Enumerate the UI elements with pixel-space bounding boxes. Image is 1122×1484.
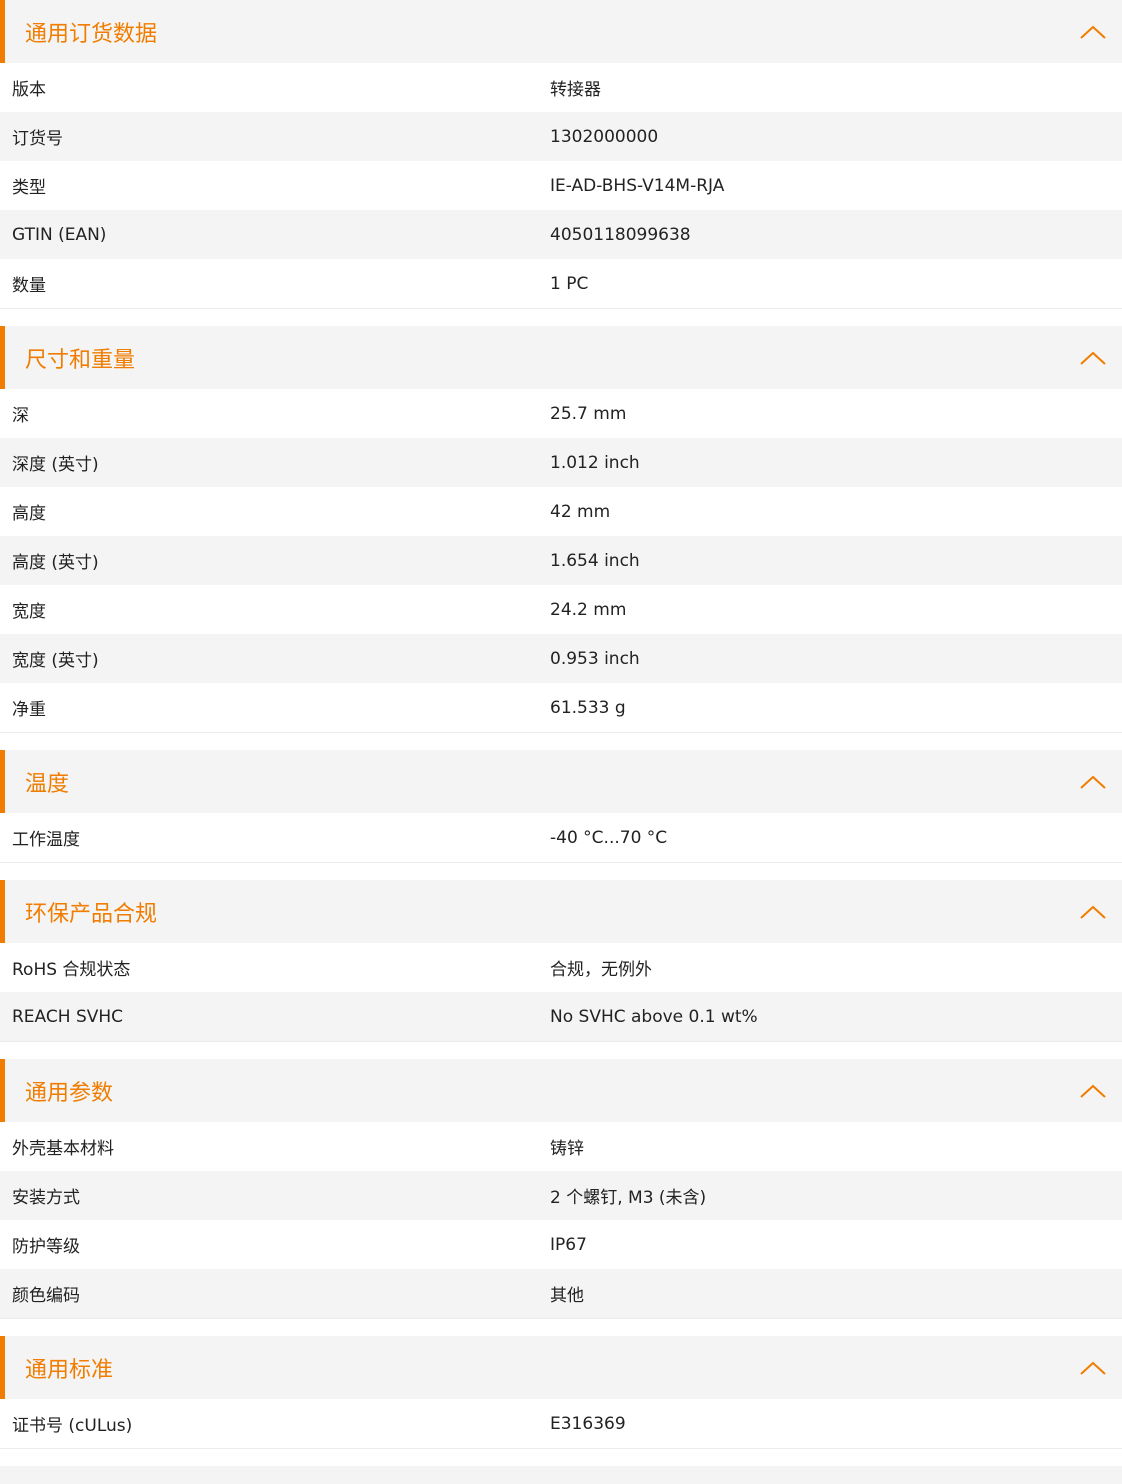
spec-row: 类型 IE-AD-BHS-V14M-RJA — [0, 161, 1122, 210]
spec-section: 通用标准证书号 (cULus) E316369 — [0, 1336, 1122, 1449]
spec-row: 版本 转接器 — [0, 63, 1122, 112]
spec-value: 61.533 g — [550, 697, 626, 718]
spec-value: 2 个螺钉, M3 (未含) — [550, 1188, 707, 1208]
spec-table: 工作温度 -40 °C...70 °C — [0, 813, 1122, 863]
section-header-toggle[interactable]: 通用标准 — [0, 1336, 1122, 1399]
spec-row: 外壳基本材料 铸锌 — [0, 1122, 1122, 1171]
chevron-up-icon[interactable] — [1078, 902, 1108, 922]
chevron-up-icon[interactable] — [1078, 1358, 1108, 1378]
spec-row: 净重 61.533 g — [0, 683, 1122, 732]
section-header-toggle[interactable]: 通用订货数据 — [0, 0, 1122, 63]
spec-value: 其他 — [550, 1286, 584, 1306]
spec-value: IP67 — [550, 1234, 587, 1255]
chevron-up-icon[interactable] — [1078, 348, 1108, 368]
spec-row: 高度 42 mm — [0, 487, 1122, 536]
spec-section: 尺寸和重量深 25.7 mm 深度 (英寸) 1.012 inch 高度 42 mm 高度 … — [0, 326, 1122, 733]
section-title: 尺寸和重量 — [25, 347, 136, 373]
spec-row: 安装方式 2 个螺钉, M3 (未含) — [0, 1171, 1122, 1220]
spec-section: 通用参数外壳基本材料 铸锌安装方式 2 个螺钉, M3 (未含) 防护等级 IP67 颜色… — [0, 1059, 1122, 1319]
spec-row: 订货号 1302000000 — [0, 112, 1122, 161]
chevron-up-icon[interactable] — [1078, 1081, 1108, 1101]
spec-label: 宽度 (英寸) — [12, 651, 99, 671]
spec-label: 证书号 (cULus) — [12, 1416, 133, 1436]
spec-label: 颜色编码 — [12, 1286, 80, 1306]
section-title: 环保产品合规 — [25, 901, 158, 927]
spec-value: -40 °C...70 °C — [550, 827, 668, 848]
section-header-toggle[interactable]: 温度 — [0, 750, 1122, 813]
spec-table: 外壳基本材料 铸锌安装方式 2 个螺钉, M3 (未含) 防护等级 IP67 颜色编码 其他 — [0, 1122, 1122, 1319]
spec-value: 24.2 mm — [550, 599, 627, 620]
spec-section: 通用订货数据版本 转接器订货号 1302000000 类型 IE-AD-BHS-V14M… — [0, 0, 1122, 309]
spec-row: 防护等级 IP67 — [0, 1220, 1122, 1269]
section-header-toggle[interactable]: 通用参数 — [0, 1059, 1122, 1122]
spec-label: 工作温度 — [12, 830, 80, 850]
spec-row: 宽度 (英寸) 0.953 inch — [0, 634, 1122, 683]
spec-label: GTIN (EAN) — [12, 224, 107, 245]
section-title: 通用参数 — [25, 1080, 114, 1106]
spec-table: 证书号 (cULus) E316369 — [0, 1399, 1122, 1449]
spec-value: 1.012 inch — [550, 452, 640, 473]
section-title: 温度 — [25, 771, 70, 797]
section-header-toggle[interactable]: 环保产品合规 — [0, 880, 1122, 943]
spec-label: 防护等级 — [12, 1237, 80, 1257]
spec-value: 0.953 inch — [550, 648, 640, 669]
chevron-up-icon[interactable] — [1078, 22, 1108, 42]
spec-value: 42 mm — [550, 501, 611, 522]
spec-row: GTIN (EAN) 4050118099638 — [0, 210, 1122, 259]
spec-row: 颜色编码 其他 — [0, 1269, 1122, 1318]
spec-label: 类型 — [12, 178, 46, 198]
spec-value: 25.7 mm — [550, 403, 627, 424]
spec-value: IE-AD-BHS-V14M-RJA — [550, 175, 725, 196]
spec-value: 1.654 inch — [550, 550, 640, 571]
spec-row: 宽度 24.2 mm — [0, 585, 1122, 634]
spec-row: 数量 1 PC — [0, 259, 1122, 308]
spec-value: 1 PC — [550, 273, 589, 294]
spec-row: 深度 (英寸) 1.012 inch — [0, 438, 1122, 487]
spec-row: 高度 (英寸) 1.654 inch — [0, 536, 1122, 585]
spec-label: 宽度 — [12, 602, 46, 622]
section-title: 通用标准 — [25, 1357, 114, 1383]
spec-section: 环保产品合规 RoHS 合规状态 合规，无例外 REACH SVHC No SVHC a… — [0, 880, 1122, 1042]
spec-label: RoHS 合规状态 — [12, 960, 131, 980]
section-title: 通用订货数据 — [25, 21, 158, 47]
spec-label: REACH SVHC — [12, 1006, 124, 1027]
spec-value: 合规，无例外 — [550, 960, 652, 980]
spec-label: 高度 — [12, 504, 46, 524]
spec-row: REACH SVHC No SVHC above 0.1 wt% — [0, 992, 1122, 1041]
spec-value: No SVHC above 0.1 wt% — [550, 1006, 758, 1027]
spec-label: 深度 (英寸) — [12, 455, 99, 475]
spec-row: RoHS 合规状态 合规，无例外 — [0, 943, 1122, 992]
spec-page: 通用订货数据版本 转接器订货号 1302000000 类型 IE-AD-BHS-V14M… — [0, 0, 1122, 1484]
spec-label: 数量 — [12, 276, 46, 296]
spec-label: 版本 — [12, 80, 46, 100]
spec-value: 1302000000 — [550, 126, 659, 147]
spec-value: 4050118099638 — [550, 224, 691, 245]
chevron-up-icon[interactable] — [1078, 772, 1108, 792]
spec-label: 订货号 — [12, 129, 63, 149]
spec-table: 深 25.7 mm 深度 (英寸) 1.012 inch 高度 42 mm 高度 (英寸) 1… — [0, 389, 1122, 733]
spec-value: E316369 — [550, 1413, 626, 1434]
spec-table: 版本 转接器订货号 1302000000 类型 IE-AD-BHS-V14M-RJA GT… — [0, 63, 1122, 309]
spec-label: 高度 (英寸) — [12, 553, 99, 573]
spec-value: 铸锌 — [550, 1139, 584, 1159]
spec-table: RoHS 合规状态 合规，无例外 REACH SVHC No SVHC above 0… — [0, 943, 1122, 1042]
spec-value: 转接器 — [550, 80, 601, 100]
spec-section: 温度工作温度 -40 °C...70 °C — [0, 750, 1122, 863]
spec-label: 外壳基本材料 — [12, 1139, 114, 1159]
section-header-toggle[interactable]: 尺寸和重量 — [0, 326, 1122, 389]
spec-row: 工作温度 -40 °C...70 °C — [0, 813, 1122, 862]
spec-row: 证书号 (cULus) E316369 — [0, 1399, 1122, 1448]
next-section-edge — [0, 1466, 1122, 1484]
spec-label: 深 — [12, 406, 29, 426]
spec-label: 安装方式 — [12, 1188, 80, 1208]
spec-label: 净重 — [12, 700, 46, 720]
spec-row: 深 25.7 mm — [0, 389, 1122, 438]
